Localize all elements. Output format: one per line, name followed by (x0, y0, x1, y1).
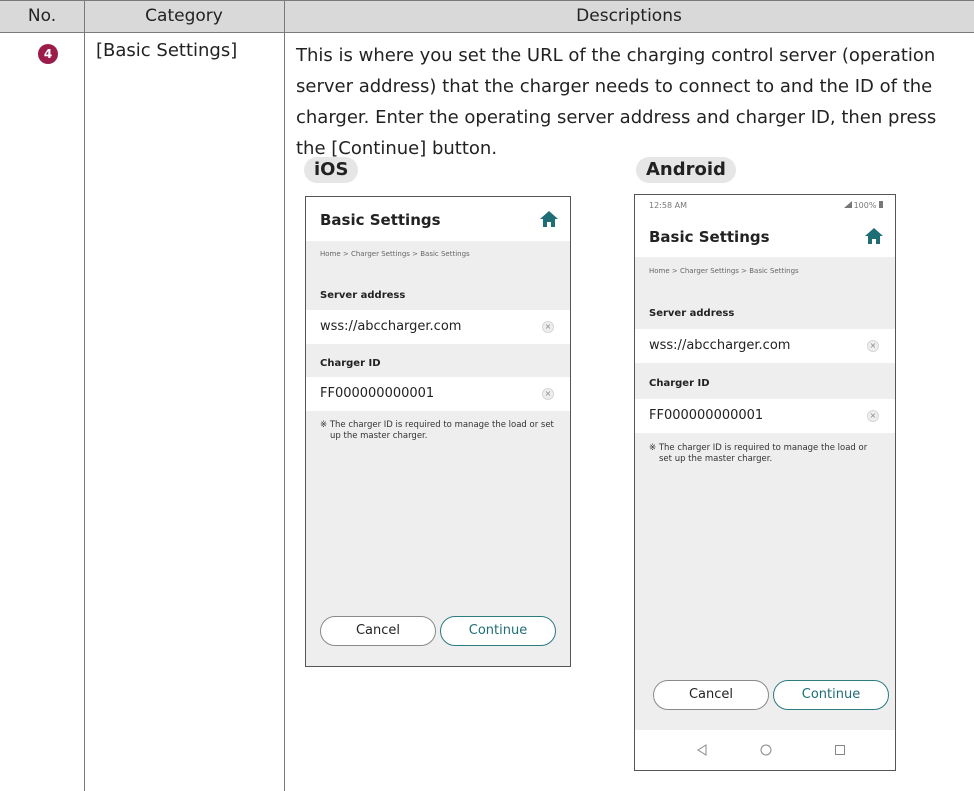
description-text: This is where you set the URL of the cha… (296, 45, 937, 159)
cancel-button[interactable]: Cancel (320, 616, 436, 646)
continue-button[interactable]: Continue (773, 680, 889, 710)
charger-id-value: FF000000000001 (649, 408, 764, 423)
header-category: Category (145, 6, 223, 26)
recents-icon[interactable] (833, 743, 847, 757)
charger-id-input[interactable]: FF000000000001 × (306, 377, 570, 411)
clear-icon[interactable]: × (542, 388, 554, 400)
charger-id-note: ※ The charger ID is required to manage t… (649, 443, 868, 464)
clear-icon[interactable]: × (867, 340, 879, 352)
server-address-input[interactable]: wss://abccharger.com × (635, 329, 895, 363)
server-address-label: Server address (649, 308, 735, 319)
server-address-value: wss://abccharger.com (320, 319, 462, 334)
cancel-button[interactable]: Cancel (653, 680, 769, 710)
battery-icon (879, 201, 883, 208)
status-time: 12:58 AM (649, 201, 687, 210)
header-descriptions: Descriptions (576, 6, 682, 26)
server-address-label: Server address (320, 290, 406, 301)
android-phone-screenshot: 12:58 AM 100% Basic Settings Home > Char… (634, 194, 896, 771)
column-divider (284, 0, 285, 791)
server-address-input[interactable]: wss://abccharger.com × (306, 310, 570, 344)
screen-title: Basic Settings (649, 228, 770, 246)
ios-phone-screenshot: Basic Settings Home > Charger Settings >… (305, 196, 571, 667)
back-icon[interactable] (695, 743, 709, 757)
server-address-value: wss://abccharger.com (649, 338, 791, 353)
continue-button[interactable]: Continue (440, 616, 556, 646)
app-header: Basic Settings (306, 197, 570, 241)
home-icon[interactable] (540, 211, 558, 227)
signal-icon (843, 201, 852, 208)
step-number-badge: 4 (38, 44, 58, 64)
charger-id-value: FF000000000001 (320, 386, 435, 401)
screen-title: Basic Settings (320, 211, 441, 229)
android-nav-bar (635, 730, 895, 770)
app-header: 12:58 AM 100% Basic Settings (635, 195, 895, 257)
clear-icon[interactable]: × (542, 321, 554, 333)
charger-id-label: Charger ID (649, 378, 710, 389)
charger-id-label: Charger ID (320, 358, 381, 369)
table-header: No. Category Descriptions (0, 0, 974, 33)
breadcrumb: Home > Charger Settings > Basic Settings (320, 250, 470, 258)
battery-indicator: 100% (843, 201, 883, 210)
home-circle-icon[interactable] (759, 743, 773, 757)
column-divider (84, 0, 85, 791)
home-icon[interactable] (865, 228, 883, 244)
os-label-android: Android (636, 157, 736, 183)
header-no: No. (27, 6, 57, 26)
charger-id-note: ※ The charger ID is required to manage t… (320, 420, 554, 441)
category-cell: [Basic Settings] (96, 40, 238, 61)
clear-icon[interactable]: × (867, 410, 879, 422)
os-label-ios: iOS (304, 157, 359, 183)
breadcrumb: Home > Charger Settings > Basic Settings (649, 267, 799, 275)
status-bar: 12:58 AM 100% (649, 201, 883, 213)
battery-percent: 100% (853, 201, 877, 210)
charger-id-input[interactable]: FF000000000001 × (635, 399, 895, 433)
